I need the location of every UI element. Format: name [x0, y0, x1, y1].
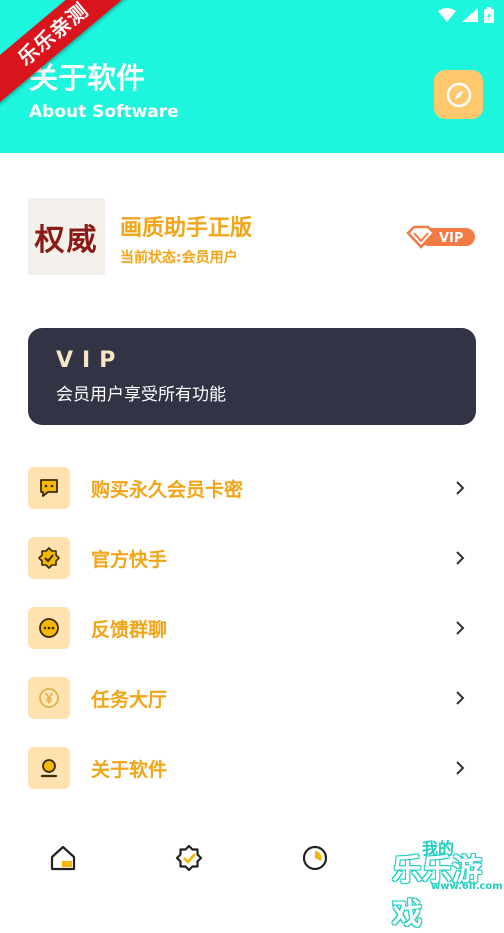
yen-coin-icon	[28, 677, 70, 719]
logo-text: 权威	[34, 222, 99, 258]
app-name: 画质助手正版	[120, 216, 253, 241]
app-info: 权威 画质助手正版 当前状态:会员用户 VIP	[28, 198, 476, 276]
chevron-right-icon	[456, 621, 465, 635]
menu-item-task-hall[interactable]: 任务大厅	[28, 663, 476, 733]
menu-label: 关于软件	[91, 759, 168, 781]
watermark-url: www.6ll.com	[431, 881, 503, 892]
badge-check-icon	[28, 537, 70, 579]
menu-item-buy-card[interactable]: 购买永久会员卡密	[28, 453, 476, 523]
chat-bubble-icon	[28, 467, 70, 509]
membership-status: 当前状态:会员用户	[120, 250, 238, 266]
vip-card[interactable]: VIP 会员用户享受所有功能	[28, 328, 476, 425]
status-icons	[438, 7, 494, 23]
compass-icon	[446, 82, 471, 107]
smile-chat-icon	[28, 607, 70, 649]
vip-badge-icon: VIP	[406, 225, 475, 249]
battery-icon	[484, 7, 494, 23]
user-icon	[28, 747, 70, 789]
menu-label: 官方快手	[91, 549, 168, 571]
menu-list: 购买永久会员卡密 官方快手 反馈群聊 任务大厅 关于软件	[28, 453, 476, 803]
signal-icon	[462, 8, 478, 22]
compass-button[interactable]	[434, 70, 483, 119]
chevron-right-icon	[456, 691, 465, 705]
vip-badge-label: VIP	[439, 231, 463, 246]
menu-label: 购买永久会员卡密	[91, 479, 244, 501]
home-icon[interactable]	[48, 843, 78, 873]
menu-item-about[interactable]: 关于软件	[28, 733, 476, 803]
menu-label: 任务大厅	[91, 689, 168, 711]
pie-chart-icon[interactable]	[300, 843, 330, 873]
vip-card-title: VIP	[56, 348, 125, 373]
menu-item-feedback-group[interactable]: 反馈群聊	[28, 593, 476, 663]
app-logo: 权威	[28, 198, 105, 275]
menu-label: 反馈群聊	[91, 619, 168, 641]
chevron-right-icon	[456, 481, 465, 495]
menu-item-kuaishou[interactable]: 官方快手	[28, 523, 476, 593]
badge-icon[interactable]	[174, 843, 204, 873]
wifi-icon	[438, 8, 456, 22]
vip-card-subtitle: 会员用户享受所有功能	[56, 385, 226, 405]
chevron-right-icon	[456, 761, 465, 775]
chevron-right-icon	[456, 551, 465, 565]
page-subtitle: About Software	[29, 102, 179, 122]
